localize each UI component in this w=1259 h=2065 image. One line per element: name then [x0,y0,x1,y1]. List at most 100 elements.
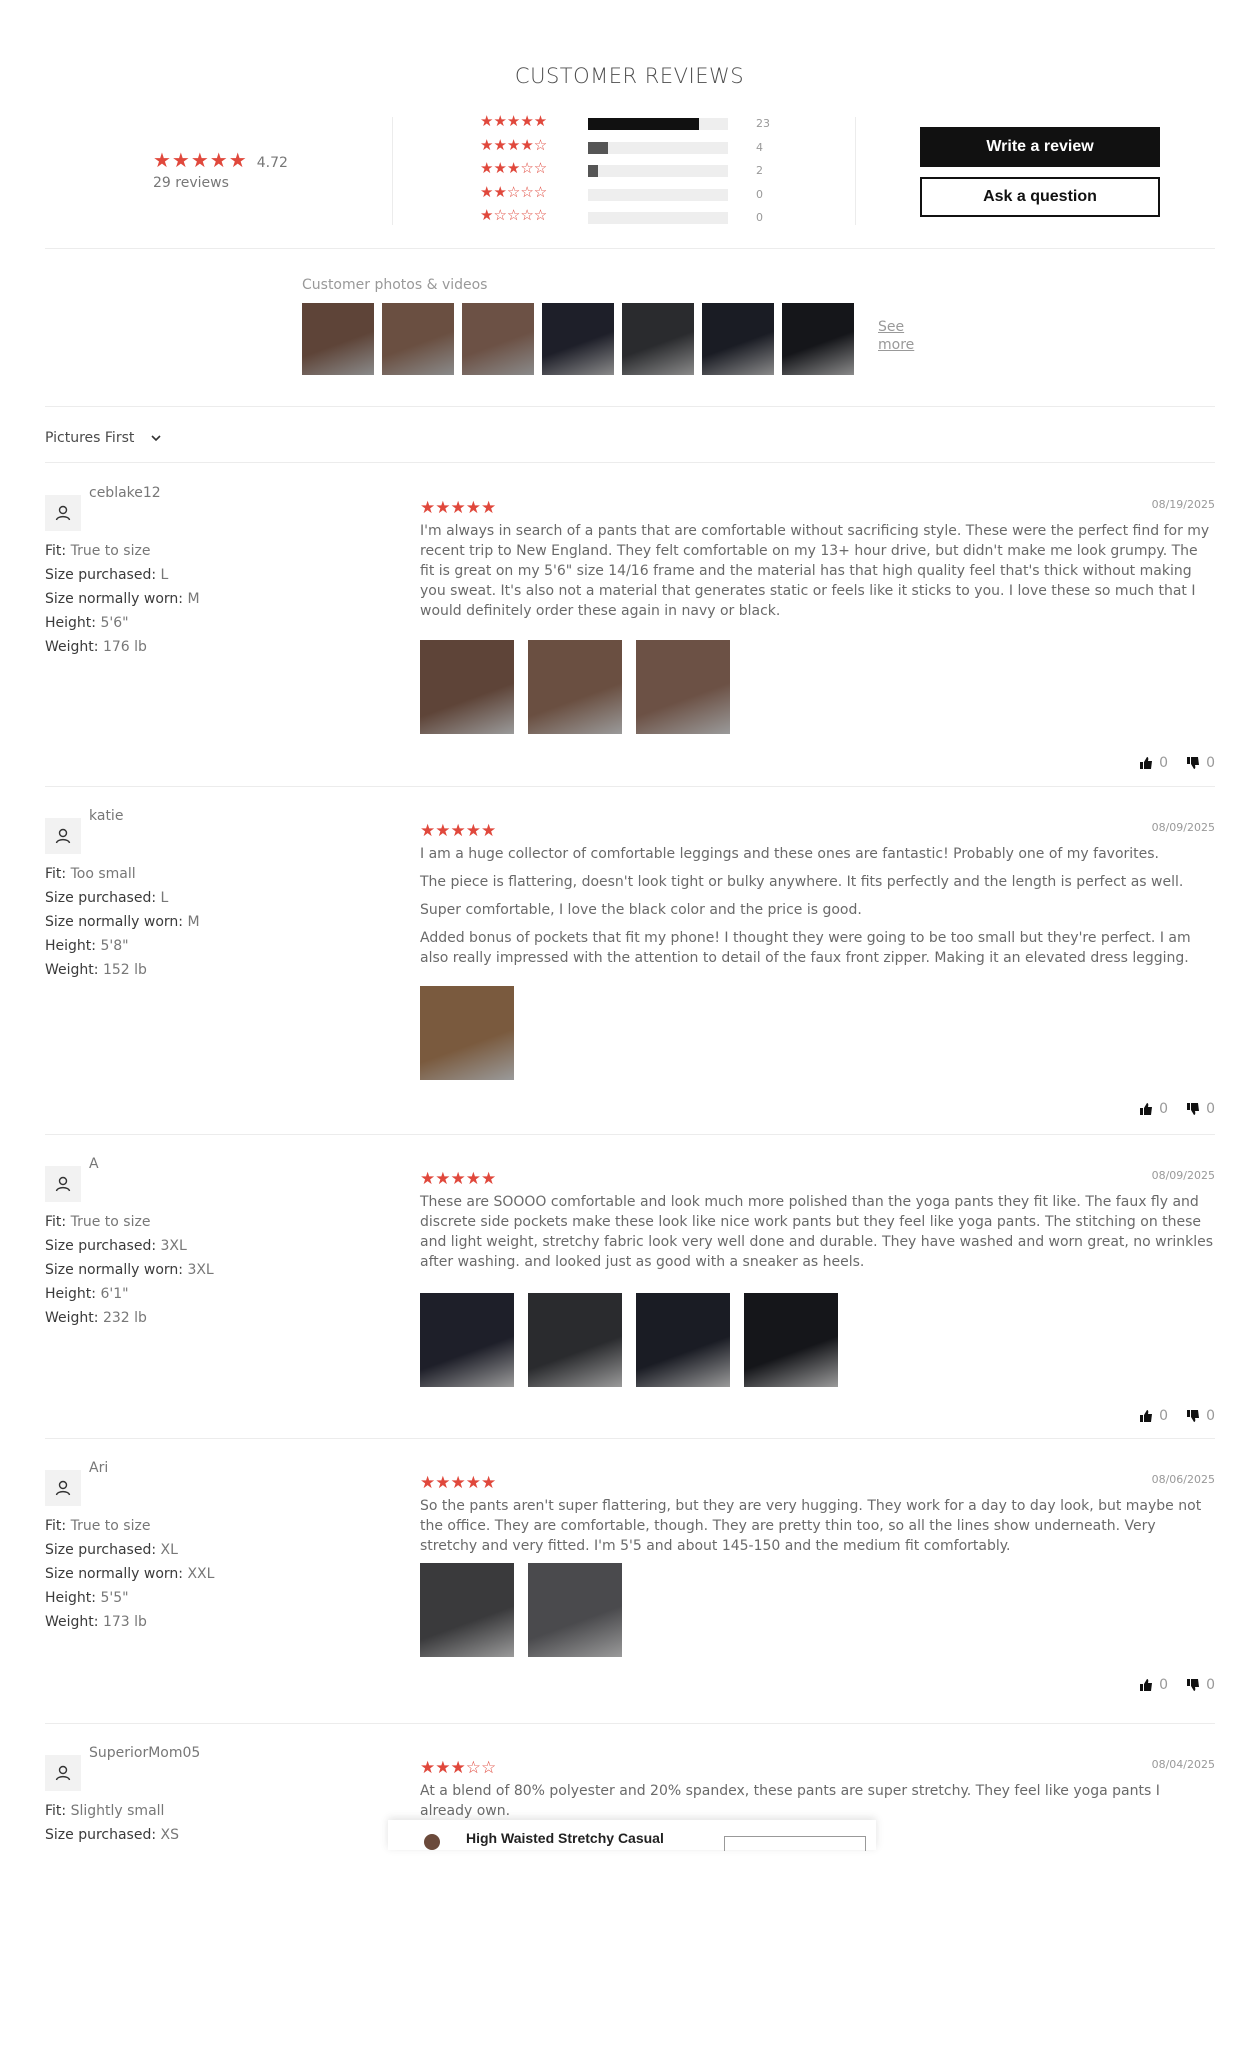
unhelpful-button[interactable]: 0 [1186,755,1215,771]
detail-value: L [160,890,169,906]
review-author: Ari [89,1460,109,1476]
review-image[interactable] [420,986,514,1080]
helpful-button[interactable]: 0 [1139,755,1168,771]
review-paragraph: So the pants aren't super flattering, bu… [420,1498,1202,1554]
detail-value: 6'1" [100,1286,129,1302]
detail-value: 176 lb [102,639,147,655]
sticky-product-bar[interactable]: High Waisted Stretchy Casual [388,1820,876,1851]
chevron-down-icon [151,435,161,442]
photos-label: Customer photos & videos [302,277,488,293]
detail-size: Size purchased: L [45,563,200,587]
review-image[interactable] [636,640,730,734]
sort-label: Pictures First [45,430,135,446]
unhelpful-button[interactable]: 0 [1186,1101,1215,1117]
detail-value: 3XL [160,1238,187,1254]
reviewer-details: Fit: Too small Size purchased: L Size norm… [45,862,200,982]
helpful-button[interactable]: 0 [1139,1408,1168,1424]
unhelpful-button[interactable]: 0 [1186,1408,1215,1424]
review-image[interactable] [528,1293,622,1387]
customer-photo-thumbnail[interactable] [782,303,854,375]
sort-dropdown[interactable]: Pictures First [45,430,162,446]
customer-photo-thumbnail[interactable] [542,303,614,375]
review-image[interactable] [744,1293,838,1387]
distribution-count: 23 [756,117,770,130]
distribution-row[interactable]: ★★☆☆☆ 0 [480,185,780,203]
distribution-count: 4 [756,141,763,154]
review-date: 08/09/2025 [1151,821,1215,834]
detail-value: 5'6" [100,615,129,631]
reviewer-details: Fit: True to size Size purchased: 3XL Size… [45,1210,214,1330]
detail-weight: Weight: 152 lb [45,958,200,982]
review-image[interactable] [420,640,514,734]
customer-photo-thumbnail[interactable] [382,303,454,375]
detail-key: Size normally worn: [45,1262,183,1278]
review-date: 08/06/2025 [1151,1473,1215,1486]
reviews-title: CUSTOMER REVIEWS [514,64,745,88]
avatar [45,818,81,854]
detail-value: XXL [187,1566,215,1582]
distribution-count: 0 [756,188,763,201]
thumbs-down-icon [1187,1679,1200,1691]
reviewer-details: Fit: Slightly small Size purchased: XS [45,1799,179,1847]
detail-key: Fit: [45,866,67,882]
review-stars: ★★★★★ [420,498,497,518]
detail-key: Height: [45,1286,96,1302]
review-item: A Fit: True to size Size purchased: 3XL Siz… [45,1156,1215,1476]
detail-fit: Fit: Slightly small [45,1799,179,1823]
detail-fit: Fit: True to size [45,539,200,563]
detail-height: Height: 6'1" [45,1282,214,1306]
thumbs-down-icon [1187,757,1200,769]
review-date: 08/09/2025 [1151,1169,1215,1182]
distribution-row[interactable]: ★★★★☆ 4 [480,138,780,156]
product-thumbnail [424,1834,440,1850]
review-image[interactable] [528,640,622,734]
customer-photo-thumbnail[interactable] [462,303,534,375]
detail-key: Weight: [45,962,99,978]
helpful-count: 0 [1159,1101,1169,1117]
customer-photo-thumbnail[interactable] [302,303,374,375]
write-review-button[interactable]: Write a review [920,127,1160,167]
see-more-link[interactable]: See more [878,318,922,354]
review-paragraph: Super comfortable, I love the black colo… [420,902,862,918]
review-image[interactable] [420,1293,514,1387]
detail-value: True to size [70,1518,151,1534]
review-images [420,640,730,734]
review-count: 29 reviews [153,175,229,191]
review-image[interactable] [420,1563,514,1657]
avatar [45,1755,81,1791]
helpful-button[interactable]: 0 [1139,1101,1168,1117]
distribution-stars: ★☆☆☆☆ [480,206,548,224]
detail-value: XL [160,1542,178,1558]
distribution-row[interactable]: ★★★★★ 23 [480,114,780,132]
sticky-select[interactable] [724,1836,866,1851]
review-image[interactable] [636,1293,730,1387]
thumbs-down-icon [1187,1103,1200,1115]
detail-key: Size normally worn: [45,1566,183,1582]
detail-key: Height: [45,938,96,954]
user-icon [55,1765,71,1781]
distribution-row[interactable]: ★★★☆☆ 2 [480,161,780,179]
review-paragraph: Added bonus of pockets that fit my phone… [420,930,1191,966]
average-rating: ★★★★★ 4.72 29 reviews [153,150,288,191]
review-body: So the pants aren't super flattering, bu… [420,1496,1215,1564]
distribution-count: 0 [756,211,763,224]
unhelpful-button[interactable]: 0 [1186,1677,1215,1693]
customer-photo-thumbnail[interactable] [702,303,774,375]
thumbs-up-icon [1140,1103,1153,1115]
distribution-bar [588,189,728,201]
review-votes: 00 [1139,1677,1215,1693]
distribution-count: 2 [756,164,763,177]
distribution-stars: ★★☆☆☆ [480,183,548,201]
divider [45,406,1215,407]
customer-photo-thumbnail[interactable] [622,303,694,375]
detail-height: Height: 5'6" [45,611,200,635]
distribution-bar [588,142,728,154]
review-paragraph: I am a huge collector of comfortable leg… [420,846,1160,862]
ask-question-button[interactable]: Ask a question [920,177,1160,217]
distribution-row[interactable]: ★☆☆☆☆ 0 [480,208,780,226]
helpful-count: 0 [1159,1677,1169,1693]
review-image[interactable] [528,1563,622,1657]
divider [45,1134,1215,1135]
helpful-button[interactable]: 0 [1139,1677,1168,1693]
unhelpful-count: 0 [1206,1408,1215,1424]
